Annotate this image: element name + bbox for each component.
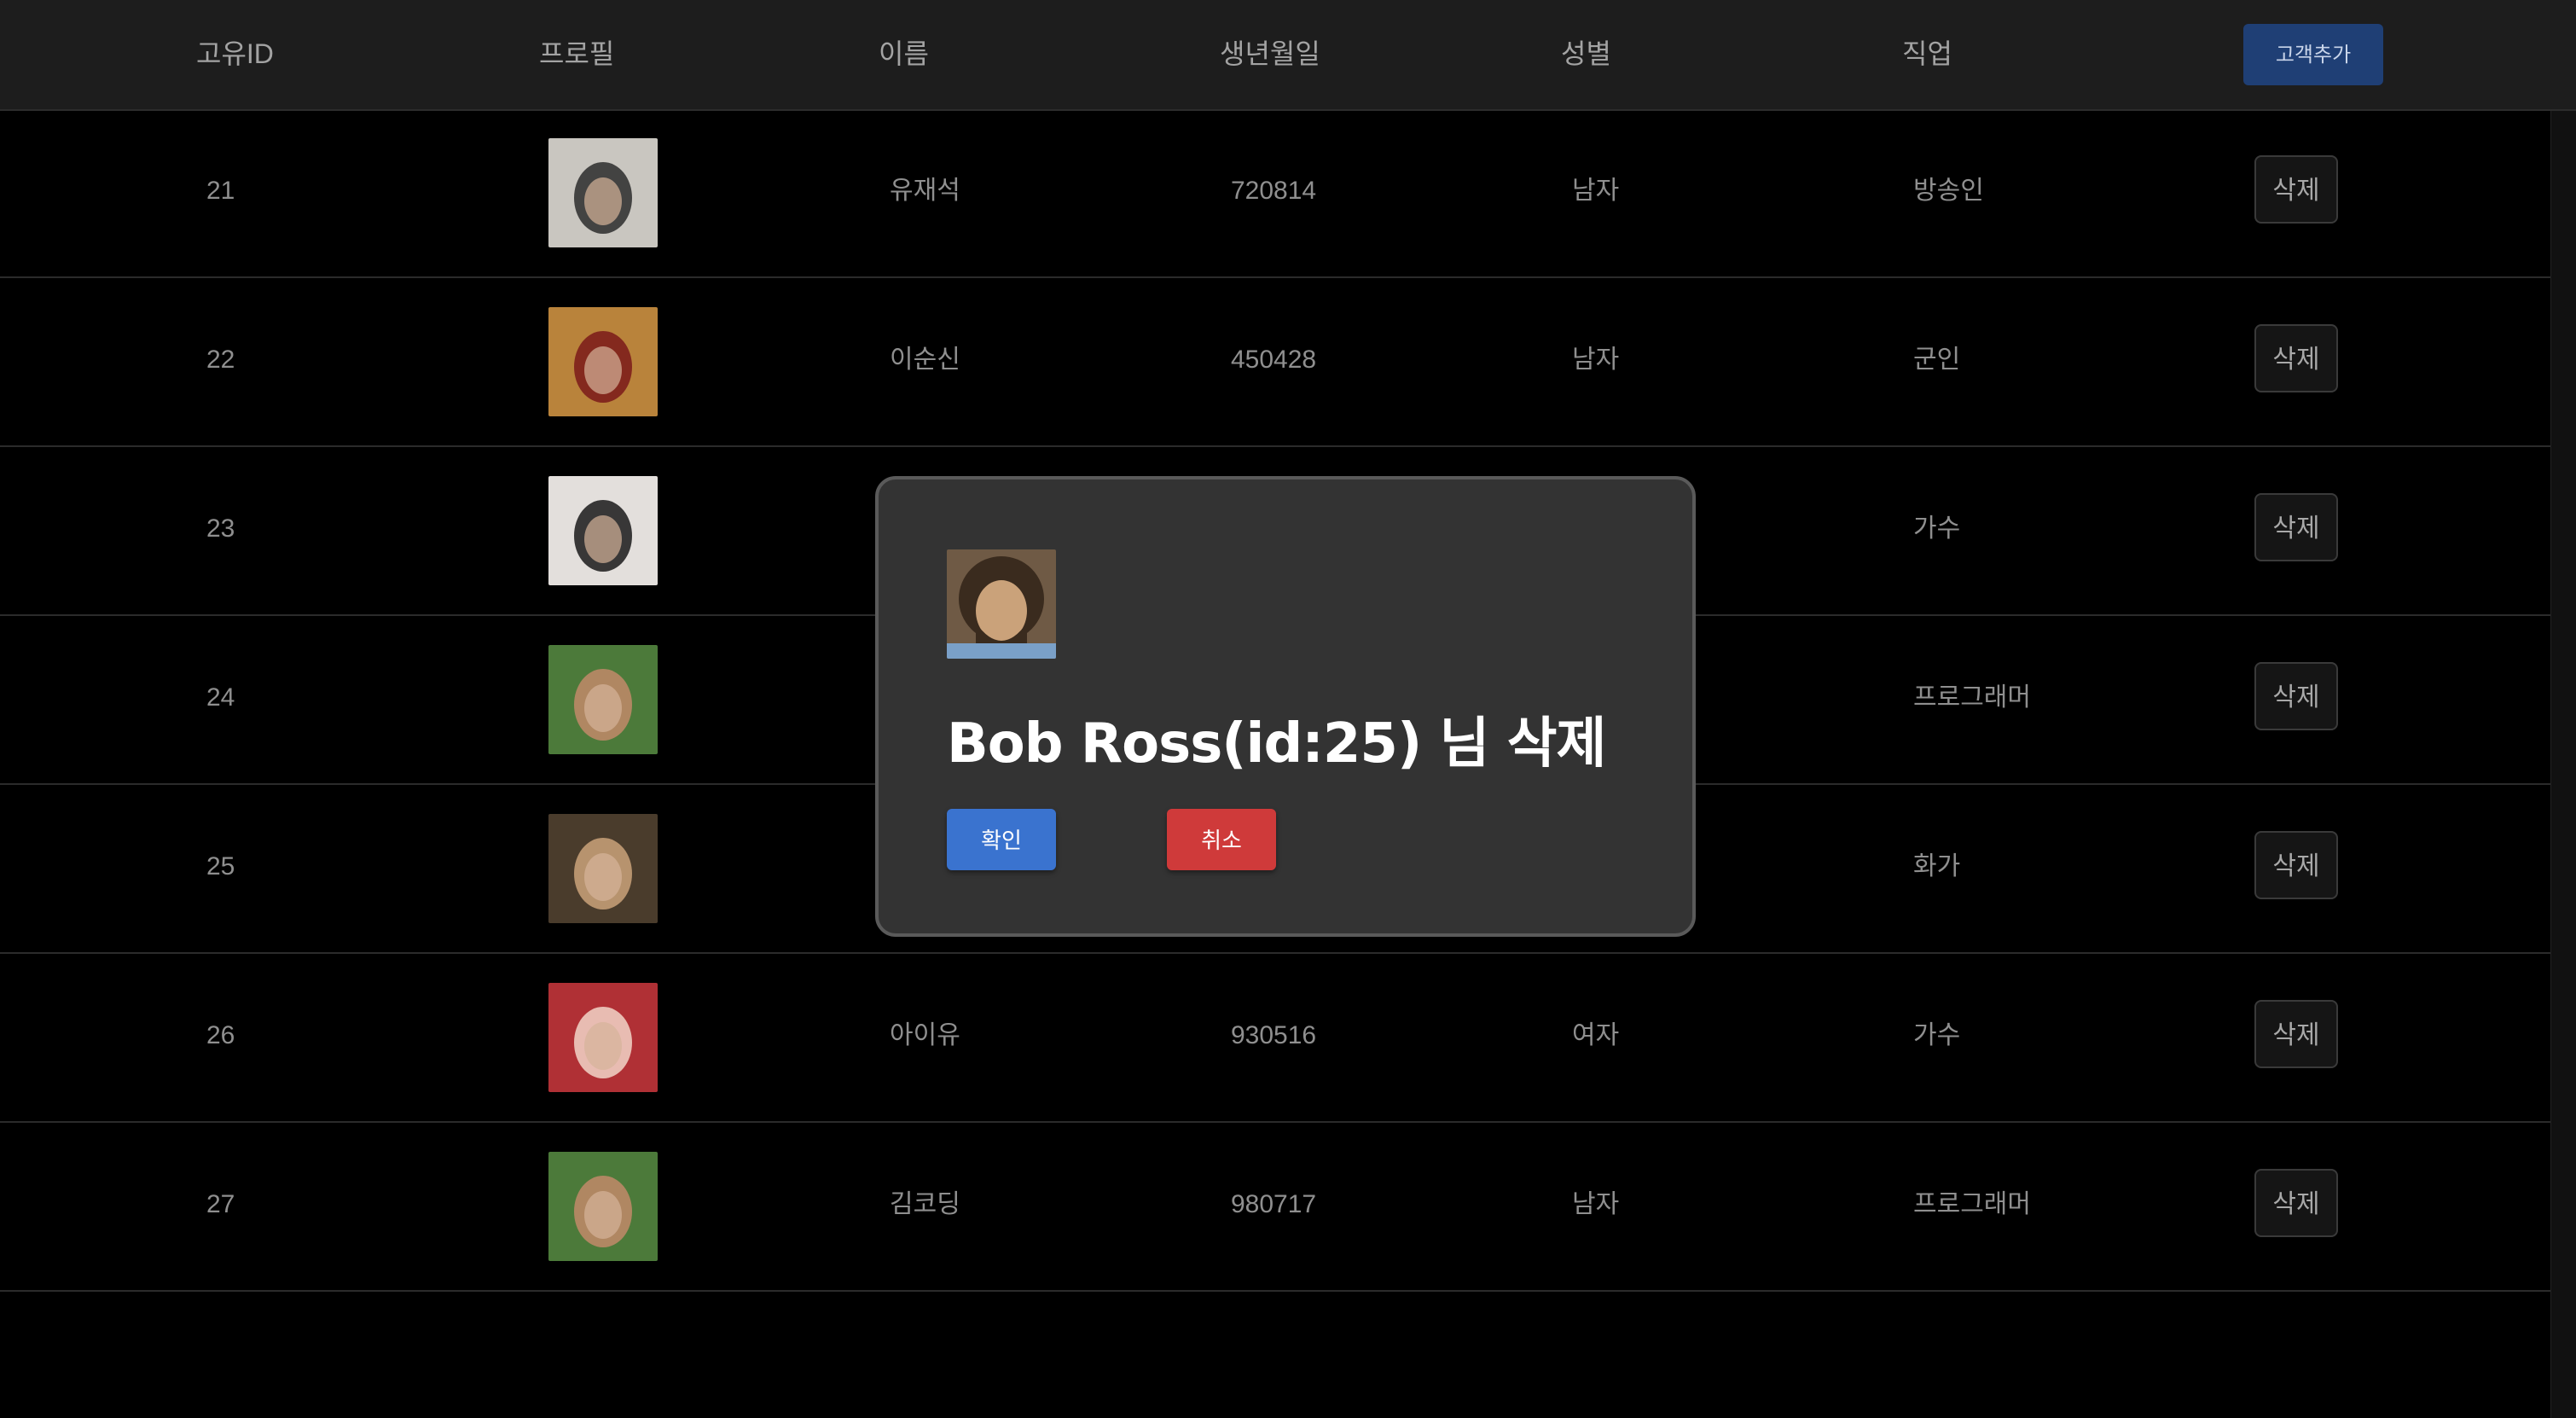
cell-id: 27 [206,1190,235,1218]
header-col-job: 직업 [1902,38,1952,69]
table-row: 27 김코딩 980717 남자 프로그래머 삭제 [0,1121,2550,1292]
table-row: 22 이순신 450428 남자 군인 삭제 [0,276,2550,447]
table-row: 21 유재석 720814 남자 방송인 삭제 [0,108,2550,278]
cell-id: 23 [206,514,235,543]
cell-id: 26 [206,1021,235,1049]
profile-image [548,307,658,416]
header-col-profile: 프로필 [539,38,615,69]
cell-job: 방송인 [1913,177,1984,205]
header-col-gender: 성별 [1561,38,1611,69]
table-row: 26 아이유 930516 여자 가수 삭제 [0,952,2550,1123]
cell-id: 25 [206,852,235,880]
delete-button[interactable]: 삭제 [2254,831,2338,899]
cell-name: 이순신 [890,346,960,374]
cell-gender: 남자 [1572,177,1620,205]
delete-button[interactable]: 삭제 [2254,1000,2338,1068]
delete-button[interactable]: 삭제 [2254,1169,2338,1237]
confirm-button[interactable]: 확인 [947,809,1056,870]
header-col-name: 이름 [879,38,929,69]
profile-image [548,983,658,1092]
cell-name: 아이유 [890,1021,960,1049]
add-customer-button[interactable]: 고객추가 [2243,24,2383,85]
profile-image [548,476,658,585]
cancel-button[interactable]: 취소 [1167,809,1276,870]
cell-job: 화가 [1913,852,1961,880]
cell-birth: 980717 [1231,1190,1317,1218]
delete-button[interactable]: 삭제 [2254,324,2338,392]
cell-gender: 남자 [1572,1190,1620,1218]
delete-button[interactable]: 삭제 [2254,155,2338,224]
cell-name: 유재석 [890,177,960,205]
profile-image [548,814,658,923]
profile-image [548,645,658,754]
dialog-avatar [947,549,1056,659]
header-col-id: 고유ID [196,38,274,69]
cell-job: 가수 [1913,514,1961,543]
profile-image [548,138,658,247]
cell-birth: 930516 [1231,1021,1317,1049]
cell-birth: 720814 [1231,177,1317,205]
cell-name: 김코딩 [890,1190,960,1218]
delete-confirm-dialog: Bob Ross(id:25) 님 삭제 확인 취소 [875,476,1696,937]
cell-gender: 남자 [1572,346,1620,374]
delete-button[interactable]: 삭제 [2254,662,2338,730]
cell-job: 가수 [1913,1021,1961,1049]
cell-job: 프로그래머 [1913,1190,2031,1218]
cell-id: 24 [206,683,235,712]
profile-image [548,1152,658,1261]
cell-id: 21 [206,177,235,205]
cell-birth: 450428 [1231,346,1317,374]
cell-job: 군인 [1913,346,1961,374]
table-header: 고유ID 프로필 이름 생년월일 성별 직업 고객추가 [0,0,2576,111]
cell-job: 프로그래머 [1913,683,2031,712]
scrollbar[interactable] [2550,0,2576,1418]
cell-id: 22 [206,346,235,374]
header-col-birth: 생년월일 [1220,38,1320,69]
dialog-title: Bob Ross(id:25) 님 삭제 [947,712,1606,776]
cell-gender: 여자 [1572,1021,1620,1049]
delete-button[interactable]: 삭제 [2254,493,2338,561]
